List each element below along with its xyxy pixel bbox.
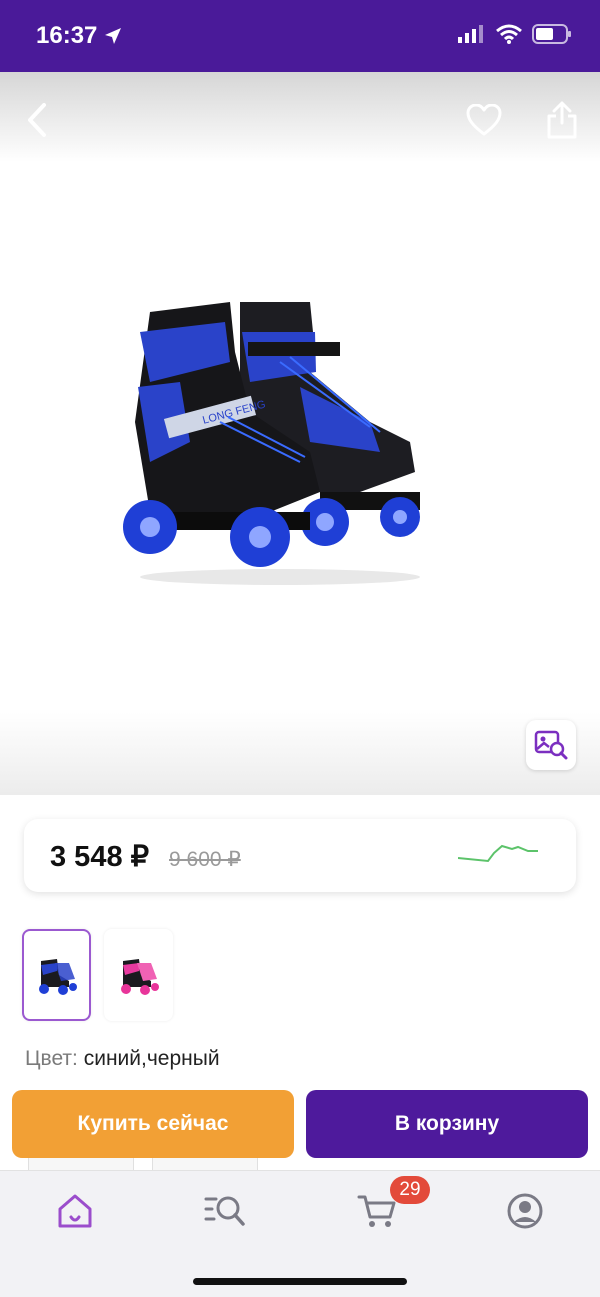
product-gallery[interactable]: LONG FENG [0,72,600,795]
color-row: Цвет: синий,черный [25,1047,220,1071]
status-time: 16:37 [36,22,123,50]
product-image: LONG FENG [123,302,420,585]
price-card[interactable]: 3 548 ₽ 9 600 ₽ [24,819,576,892]
status-icons [458,24,572,44]
variant-thumbnail-pink [120,959,159,995]
color-label: Цвет: [25,1047,78,1070]
tab-profile[interactable] [503,1189,547,1233]
tab-home[interactable] [53,1189,97,1233]
color-value: синий,черный [83,1047,220,1070]
status-bar: 16:37 [0,0,600,72]
back-chevron-icon [28,103,46,137]
wifi-icon [496,24,522,44]
price-history-sparkline[interactable] [458,841,542,871]
share-icon [547,101,577,139]
current-price: 3 548 ₽ [50,841,150,873]
variant-blue-black[interactable] [22,929,91,1021]
profile-icon [507,1193,543,1229]
visual-search-button[interactable] [526,720,576,770]
battery-icon [532,24,571,44]
cart-count-badge: 29 [390,1176,430,1204]
add-to-cart-button[interactable]: В корзину [306,1090,588,1158]
variant-thumbnail-blue [38,959,77,995]
image-search-icon [534,730,568,760]
back-button[interactable] [16,98,60,142]
home-indicator [193,1278,407,1285]
buy-now-button[interactable]: Купить сейчас [12,1090,294,1158]
cart-icon [357,1195,396,1227]
home-icon [58,1194,92,1228]
tab-catalog[interactable] [203,1189,247,1233]
location-arrow-icon [105,28,122,44]
signal-icon [458,25,483,43]
status-time-text: 16:37 [36,22,98,49]
heart-icon [466,104,502,136]
favorite-button[interactable] [462,98,506,142]
old-price: 9 600 ₽ [169,848,241,871]
variant-pink-black[interactable] [104,929,173,1021]
share-button[interactable] [540,98,584,142]
catalog-search-icon [204,1196,245,1226]
